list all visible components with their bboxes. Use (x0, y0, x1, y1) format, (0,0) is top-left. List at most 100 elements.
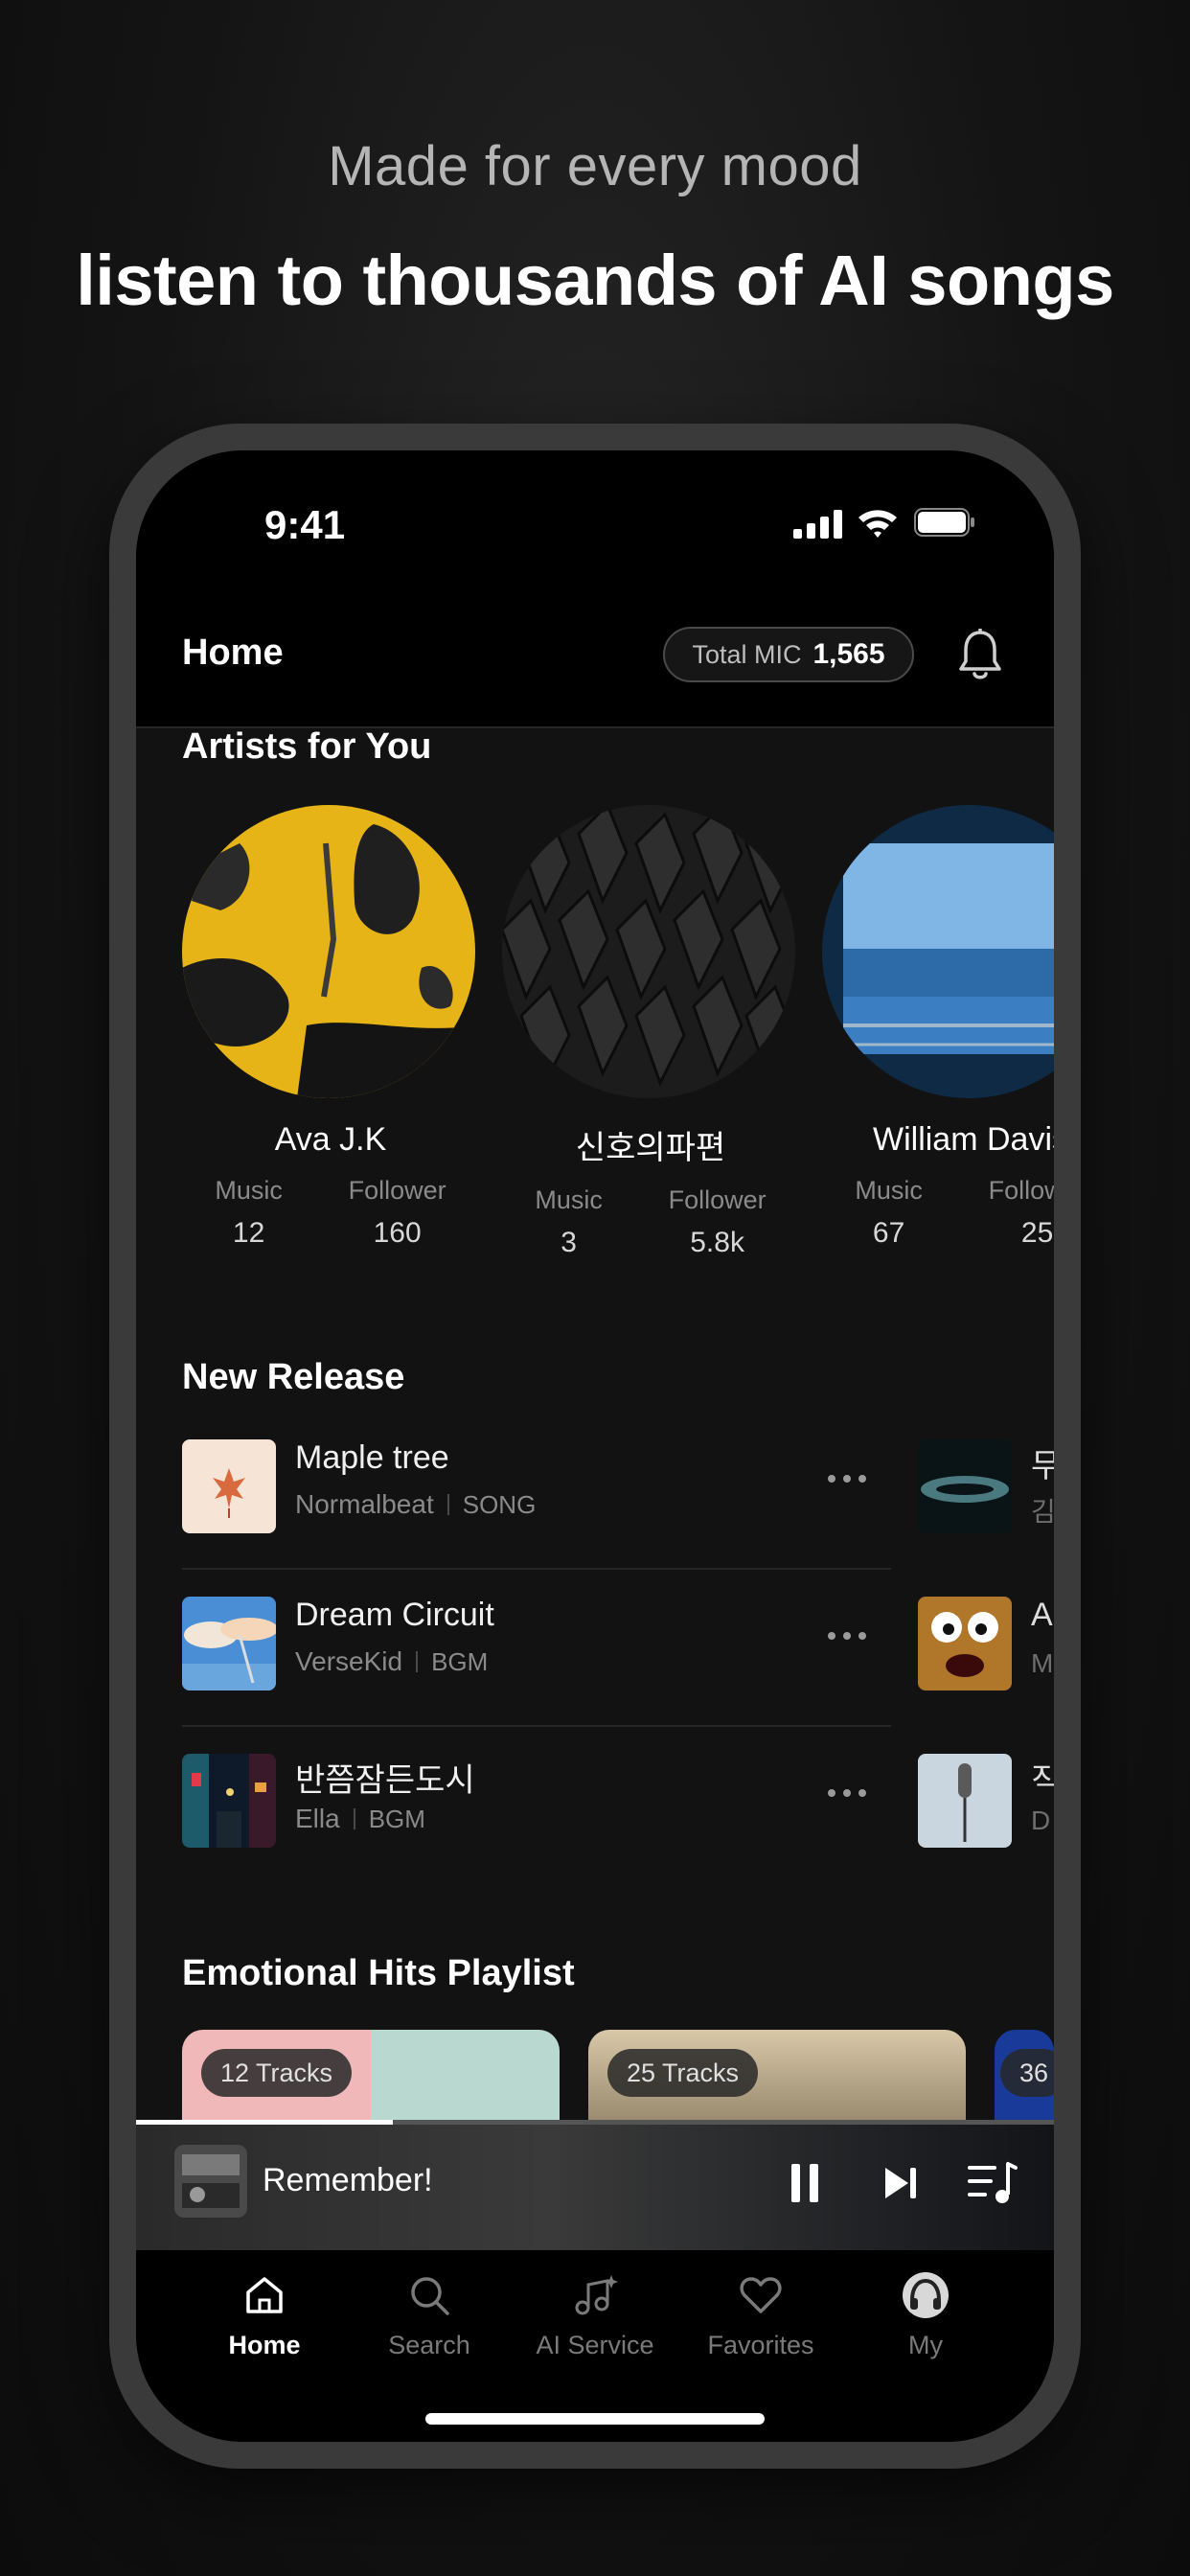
tab-label: Search (388, 2331, 470, 2359)
total-mic-badge[interactable]: Total MIC 1,565 (663, 627, 914, 682)
signal-icon (793, 510, 842, 539)
release-row[interactable]: Dream Circuit VerseKid BGM (182, 1570, 891, 1727)
release-thumbnail (182, 1439, 276, 1533)
tab-home[interactable]: Home (182, 2271, 347, 2360)
tab-favorites[interactable]: Favorites (678, 2271, 843, 2360)
release-title: Dream Circuit (295, 1597, 494, 1633)
release-type: BGM (368, 1804, 425, 1833)
search-icon (411, 2277, 449, 2315)
tab-my[interactable]: My (843, 2271, 1008, 2360)
stat-value: 160 (373, 1217, 422, 1249)
follower-count: Follower 160 (349, 1176, 446, 1250)
stat-label: Music (215, 1176, 283, 1205)
release-type: SONG (462, 1489, 537, 1519)
stat-value: 12 (232, 1217, 265, 1249)
home-indicator[interactable] (425, 2413, 765, 2425)
release-artist: 김 (1031, 1497, 1054, 1527)
bell-icon[interactable] (956, 629, 1004, 682)
tab-label: Home (228, 2331, 301, 2359)
more-options-icon[interactable] (826, 1629, 868, 1643)
tab-label: AI Service (536, 2331, 654, 2359)
tracks-count-badge: 25 Tracks (607, 2049, 759, 2097)
pause-icon[interactable] (784, 2160, 826, 2206)
artist-stats: Music 67 Follower 25 (822, 1176, 1054, 1250)
artists-section-title: Artists for You (182, 726, 432, 767)
music-count: Music 12 (215, 1176, 283, 1250)
stat-value: 67 (872, 1217, 905, 1249)
music-count: Music 3 (535, 1185, 603, 1259)
wifi-icon (858, 510, 897, 538)
release-title: Maple tree (295, 1439, 449, 1476)
release-thumbnail[interactable] (918, 1754, 1012, 1848)
meta-divider (416, 1651, 419, 1672)
release-title: A (1031, 1597, 1053, 1633)
playlist-queue-icon[interactable] (966, 2158, 1018, 2206)
headphones-avatar-icon (903, 2272, 949, 2318)
release-row[interactable]: 반쯤잠든도시 Ella BGM (182, 1727, 891, 1884)
artist-card[interactable]: Ava J.K Music 12 Follower 160 (182, 805, 479, 1250)
stat-label: Follower (348, 1176, 446, 1205)
release-artist: Normalbeat (295, 1489, 434, 1519)
page-title: Home (182, 632, 284, 673)
stat-label: Music (855, 1176, 923, 1205)
mic-value: 1,565 (812, 638, 885, 670)
heart-icon (740, 2277, 782, 2313)
follower-count: Follower 5.8k (669, 1185, 767, 1259)
release-artist: Ella (295, 1804, 340, 1833)
status-bar: 9:41 (136, 450, 1054, 594)
home-icon (246, 2277, 283, 2313)
release-thumbnail[interactable] (918, 1439, 1012, 1533)
release-meta: Normalbeat SONG (295, 1489, 536, 1520)
follower-count: Follower 25 (989, 1176, 1054, 1250)
release-meta: VerseKid BGM (295, 1646, 488, 1677)
playlist-section-title: Emotional Hits Playlist (182, 1953, 575, 1993)
release-thumbnail (182, 1597, 276, 1690)
playback-progress-fill (136, 2120, 394, 2125)
artist-avatar (502, 805, 795, 1098)
artist-avatar (182, 805, 475, 1098)
more-options-icon[interactable] (826, 1472, 868, 1485)
release-type: BGM (431, 1646, 489, 1676)
release-artist: D (1031, 1806, 1051, 1835)
promo-title: listen to thousands of AI songs (76, 241, 1114, 320)
mic-label: Total MIC (692, 639, 802, 669)
stat-value: 5.8k (690, 1227, 744, 1258)
release-thumbnail (182, 1754, 276, 1848)
release-title: 반쯤잠든도시 (295, 1762, 475, 1799)
mini-player[interactable]: Remember! (136, 2120, 1054, 2250)
meta-divider (353, 1808, 355, 1829)
artist-stats: Music 3 Follower 5.8k (502, 1185, 799, 1259)
tab-ai-service[interactable]: AI Service (513, 2271, 677, 2360)
more-options-icon[interactable] (826, 1786, 868, 1800)
promo-subtitle: Made for every mood (328, 135, 862, 197)
release-row[interactable]: Maple tree Normalbeat SONG (182, 1413, 891, 1570)
app-header: Home Total MIC 1,565 (136, 594, 1054, 728)
music-sparkle-icon (575, 2275, 618, 2315)
artist-avatar (822, 805, 1054, 1098)
release-artist: VerseKid (295, 1646, 403, 1676)
phone-screen: 9:41 Home Total MIC 1,565 Artists for Yo… (136, 450, 1054, 2442)
battery-icon (914, 508, 974, 537)
release-meta: Ella BGM (295, 1804, 425, 1834)
release-artist: M (1031, 1648, 1054, 1678)
new-release-section-title: New Release (182, 1357, 405, 1397)
now-playing-title: Remember! (263, 2162, 433, 2198)
stat-value: 25 (1020, 1217, 1054, 1249)
music-count: Music 67 (855, 1176, 923, 1250)
playback-progress-track[interactable] (136, 2120, 1054, 2125)
artist-card[interactable]: William Davis Music 67 Follower 25 (822, 805, 1054, 1250)
artist-card[interactable]: 신호의파편 Music 3 Follower 5.8k (502, 805, 799, 1259)
stat-label: Follower (988, 1176, 1054, 1205)
stat-label: Music (535, 1185, 603, 1214)
release-title: 무 (1031, 1448, 1054, 1484)
tab-search[interactable]: Search (347, 2271, 512, 2360)
release-thumbnail[interactable] (918, 1597, 1012, 1690)
artist-name: Ava J.K (274, 1121, 387, 1158)
stat-value: 3 (561, 1227, 577, 1258)
artist-stats: Music 12 Follower 160 (182, 1176, 479, 1250)
skip-next-icon[interactable] (880, 2162, 922, 2204)
tab-label: Favorites (707, 2331, 814, 2359)
artist-name: William Davis (873, 1121, 1054, 1158)
meta-divider (446, 1494, 449, 1515)
tracks-count-badge: 12 Tracks (201, 2049, 353, 2097)
